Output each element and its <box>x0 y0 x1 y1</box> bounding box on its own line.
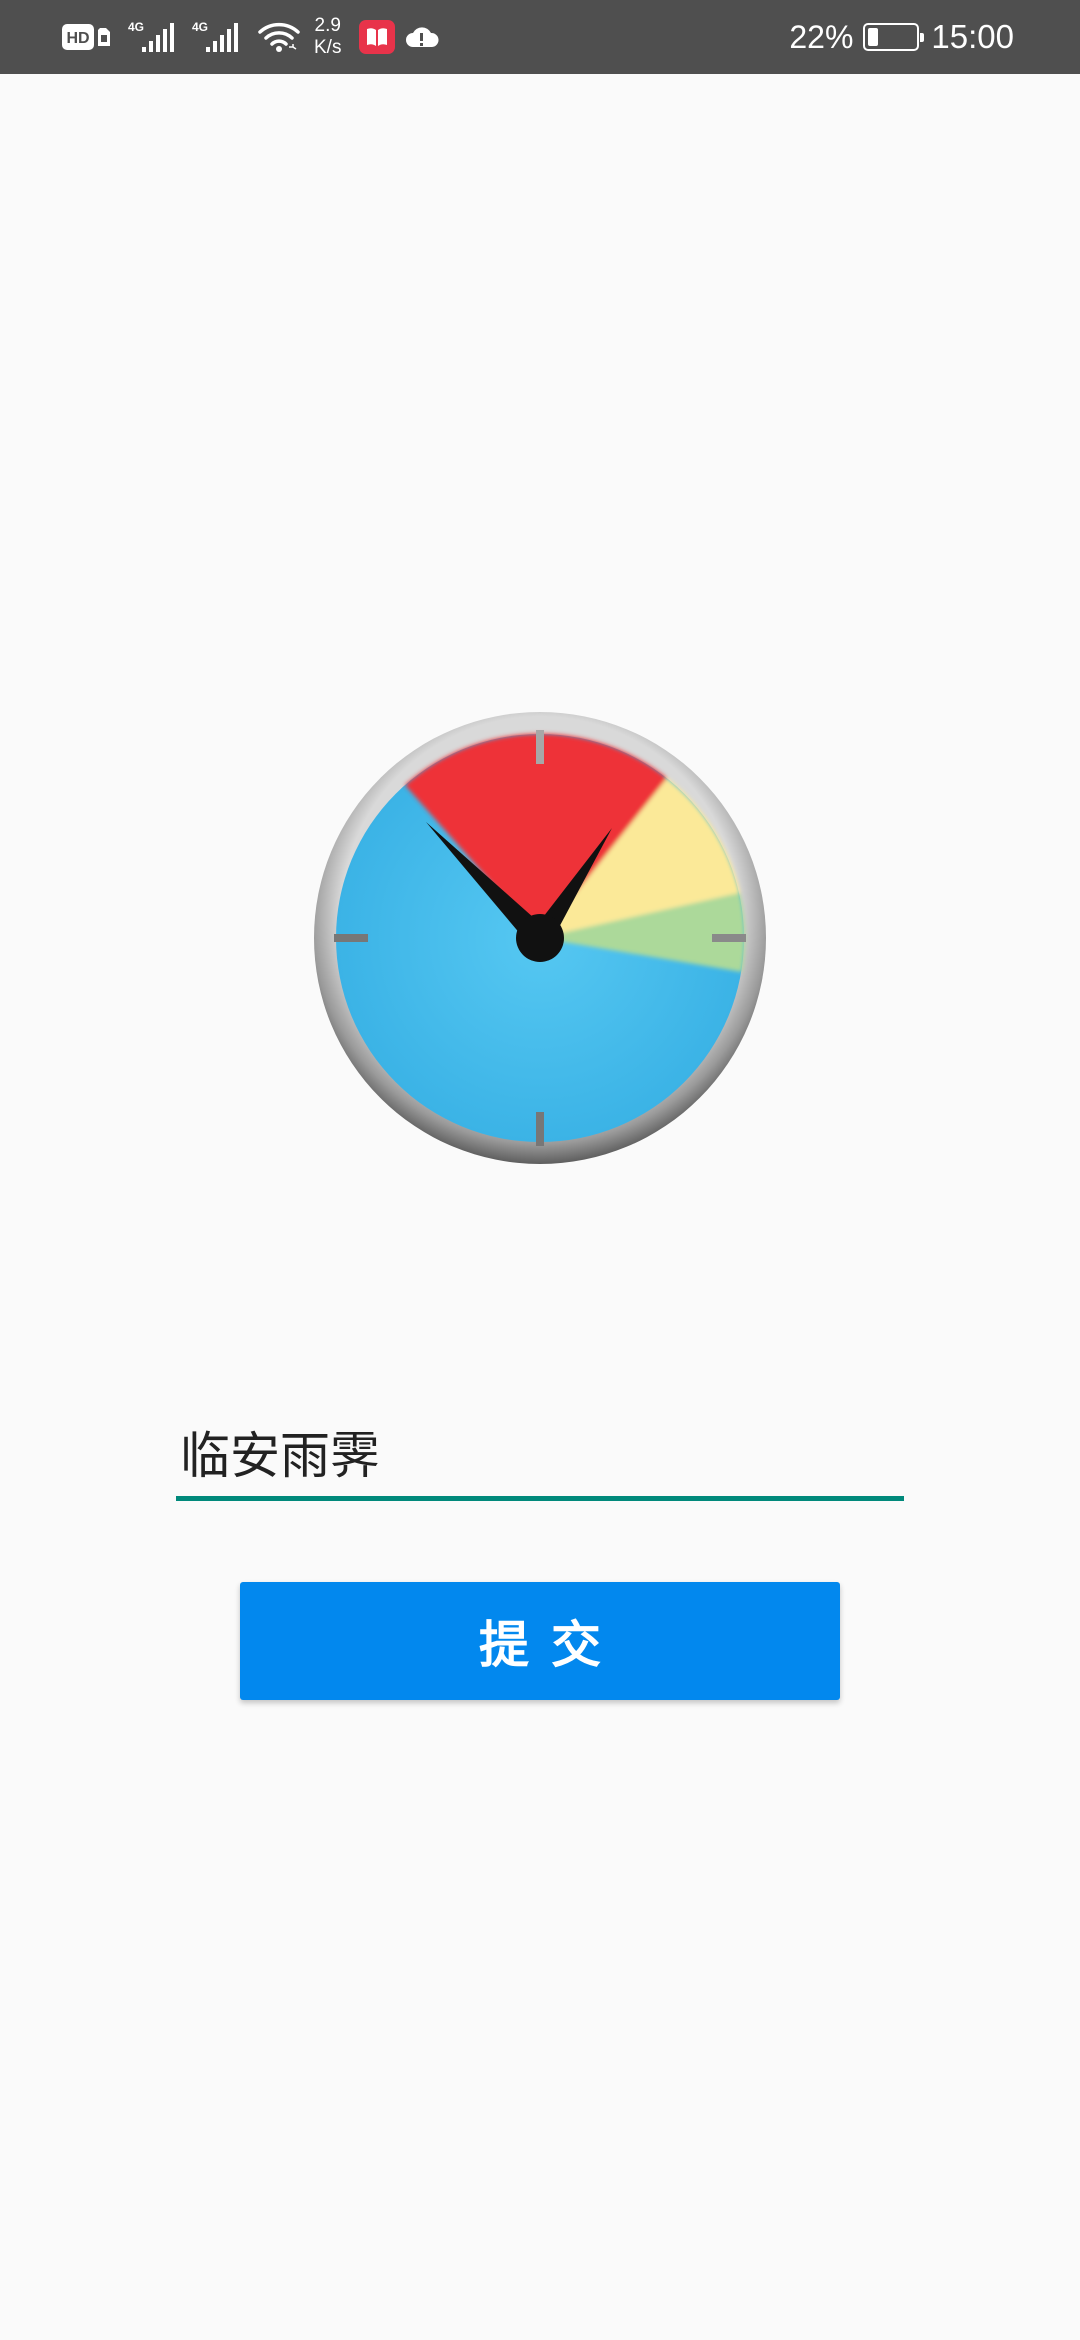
battery-percent: 22% <box>789 18 854 55</box>
signal-4g-icon: 4G <box>192 20 238 52</box>
screen: HD 4G 4G 2.9 K/s 22% 15:00 临安雨霁 提交 <box>0 0 1080 2340</box>
network-speed: 2.9 K/s <box>314 15 341 59</box>
status-bar-left: HD 4G 4G 2.9 K/s <box>62 0 439 74</box>
cloud-alert-icon <box>406 27 439 47</box>
status-time: 15:00 <box>931 18 1014 55</box>
network-type-label: 4G <box>192 20 208 34</box>
network-speed-unit: K/s <box>314 37 342 58</box>
battery-level-fill <box>868 28 879 46</box>
wifi-icon <box>258 22 300 52</box>
text-input[interactable] <box>176 1415 904 1501</box>
status-bar: HD 4G 4G 2.9 K/s 22% 15:00 <box>0 0 1080 74</box>
network-type-label: 4G <box>128 20 144 34</box>
sim-card-icon <box>98 28 110 46</box>
book-app-icon <box>359 20 396 54</box>
hd-icon: HD <box>62 24 94 50</box>
battery-icon <box>863 23 925 51</box>
status-bar-right: 22% 15:00 <box>789 0 1014 74</box>
submit-button[interactable]: 提交 <box>240 1582 840 1700</box>
submit-button-label: 提交 <box>479 1616 623 1674</box>
signal-4g-icon: 4G <box>128 20 174 52</box>
network-speed-value: 2.9 <box>314 15 341 36</box>
hd-label: HD <box>66 30 89 47</box>
pie-clock-logo-icon <box>314 712 766 1164</box>
